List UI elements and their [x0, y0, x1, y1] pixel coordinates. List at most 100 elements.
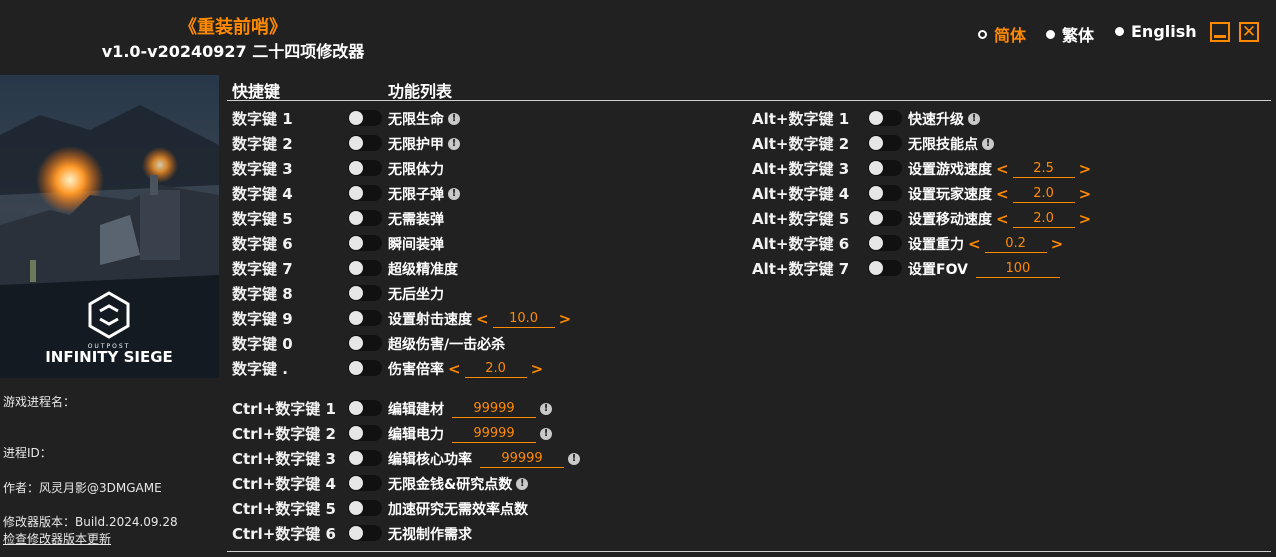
cheat-function: 无需装弹: [388, 209, 444, 229]
cheat-toggle[interactable]: [348, 185, 382, 201]
cheat-name: 设置玩家速度: [908, 187, 992, 203]
value-input[interactable]: 99999: [480, 451, 564, 468]
decrease-arrow-icon[interactable]: <: [476, 310, 489, 328]
increase-arrow-icon[interactable]: >: [531, 360, 544, 378]
warning-icon[interactable]: !: [448, 188, 460, 200]
warning-icon[interactable]: !: [448, 138, 460, 150]
cheat-toggle[interactable]: [868, 260, 902, 276]
cheat-toggle[interactable]: [348, 335, 382, 351]
cheat-toggle[interactable]: [868, 135, 902, 151]
hotkey-label: 数字键 3: [232, 160, 293, 178]
cheat-toggle[interactable]: [348, 425, 382, 441]
cheat-function: 无限子弹!: [388, 184, 460, 204]
lang-english-option[interactable]: English: [1115, 22, 1197, 41]
cheat-toggle[interactable]: [348, 160, 382, 176]
cheat-function: 无限体力: [388, 159, 444, 179]
value-input[interactable]: 10.0: [492, 311, 555, 328]
cheat-toggle[interactable]: [868, 210, 902, 226]
decrease-arrow-icon[interactable]: <: [996, 185, 1009, 203]
cheat-name: 设置重力: [908, 237, 964, 253]
cheat-toggle[interactable]: [348, 360, 382, 376]
toggle-knob: [349, 361, 363, 375]
cheat-name: 无限体力: [388, 162, 444, 178]
cheat-function: 超级伤害/一击必杀: [388, 334, 505, 354]
lang-english-label: English: [1131, 22, 1197, 41]
close-button[interactable]: ✕: [1239, 22, 1259, 42]
cheat-name: 无限护甲: [388, 137, 444, 153]
increase-arrow-icon[interactable]: >: [1079, 185, 1092, 203]
cheat-toggle[interactable]: [348, 285, 382, 301]
cheat-name: 编辑核心功率: [388, 452, 472, 468]
cheat-function: 无限金钱&研究点数!: [388, 474, 529, 494]
cheat-toggle[interactable]: [348, 500, 382, 516]
cheat-function: 超级精准度: [388, 259, 458, 279]
hotkey-label: Alt+数字键 4: [752, 185, 850, 203]
warning-icon[interactable]: !: [448, 113, 460, 125]
toggle-knob: [349, 136, 363, 150]
increase-arrow-icon[interactable]: >: [1079, 160, 1092, 178]
lang-simplified-option[interactable]: 简体: [978, 22, 1026, 46]
cheat-name: 快速升级: [908, 112, 964, 128]
cheat-toggle[interactable]: [348, 475, 382, 491]
value-input[interactable]: 99999: [452, 426, 536, 443]
lang-simplified-label: 简体: [994, 26, 1027, 45]
value-input[interactable]: 2.5: [1012, 161, 1075, 178]
cheat-toggle[interactable]: [868, 185, 902, 201]
value-input[interactable]: 2.0: [1012, 186, 1075, 203]
check-update-link[interactable]: 检查修改器版本更新: [3, 530, 111, 547]
minimize-button[interactable]: [1210, 22, 1230, 42]
cheat-toggle[interactable]: [868, 110, 902, 126]
cheat-function: 无限护甲!: [388, 134, 460, 154]
increase-arrow-icon[interactable]: >: [559, 310, 572, 328]
cheat-toggle[interactable]: [348, 235, 382, 251]
cheat-name: 设置FOV: [908, 262, 968, 278]
decrease-arrow-icon[interactable]: <: [968, 235, 981, 253]
value-input[interactable]: 2.0: [1012, 211, 1075, 228]
hotkey-label: Ctrl+数字键 4: [232, 475, 336, 493]
warning-icon[interactable]: !: [568, 453, 580, 465]
cheat-name: 编辑电力: [388, 427, 444, 443]
hotkey-label: Ctrl+数字键 6: [232, 525, 336, 543]
decrease-arrow-icon[interactable]: <: [996, 160, 1009, 178]
value-input[interactable]: 99999: [452, 401, 536, 418]
warning-icon[interactable]: !: [540, 403, 552, 415]
value-input[interactable]: 100: [975, 261, 1060, 278]
header-divider: [227, 100, 1271, 101]
decrease-arrow-icon[interactable]: <: [996, 210, 1009, 228]
cheat-toggle[interactable]: [348, 110, 382, 126]
cheat-toggle[interactable]: [868, 160, 902, 176]
cheat-toggle[interactable]: [348, 260, 382, 276]
radio-icon: [1115, 27, 1124, 36]
cheat-toggle[interactable]: [348, 210, 382, 226]
warning-icon[interactable]: !: [540, 428, 552, 440]
cheat-function: 无限技能点!: [908, 134, 994, 154]
cheat-toggle[interactable]: [868, 235, 902, 251]
cheat-toggle[interactable]: [348, 135, 382, 151]
decrease-arrow-icon[interactable]: <: [448, 360, 461, 378]
hotkey-label: 数字键 9: [232, 310, 293, 328]
cheat-function: 设置射击速度 <10.0 >: [388, 309, 575, 329]
value-input[interactable]: 2.0: [464, 361, 527, 378]
cheat-toggle[interactable]: [348, 525, 382, 541]
game-title: 《重装前哨》: [179, 17, 287, 38]
cheat-function: 无视制作需求: [388, 524, 472, 544]
warning-icon[interactable]: !: [968, 113, 980, 125]
hotkey-label: 数字键 4: [232, 185, 293, 203]
warning-icon[interactable]: !: [982, 138, 994, 150]
cover-brand: INFINITY SIEGE: [45, 348, 173, 366]
author-label: 作者：风灵月影@3DMGAME: [3, 481, 162, 495]
cheat-name: 无需装弹: [388, 212, 444, 228]
increase-arrow-icon[interactable]: >: [1051, 235, 1064, 253]
cheat-toggle[interactable]: [348, 310, 382, 326]
lang-traditional-option[interactable]: 繁体: [1046, 22, 1094, 46]
build-label: 修改器版本：Build.2024.09.28: [3, 515, 178, 529]
value-input[interactable]: 0.2: [984, 236, 1047, 253]
hotkey-label: Alt+数字键 1: [752, 110, 850, 128]
cheat-toggle[interactable]: [348, 400, 382, 416]
warning-icon[interactable]: !: [516, 478, 529, 490]
cheat-name: 瞬间装弹: [388, 237, 444, 253]
toggle-knob: [349, 286, 363, 300]
increase-arrow-icon[interactable]: >: [1079, 210, 1092, 228]
cheat-toggle[interactable]: [348, 450, 382, 466]
toggle-knob: [349, 336, 363, 350]
